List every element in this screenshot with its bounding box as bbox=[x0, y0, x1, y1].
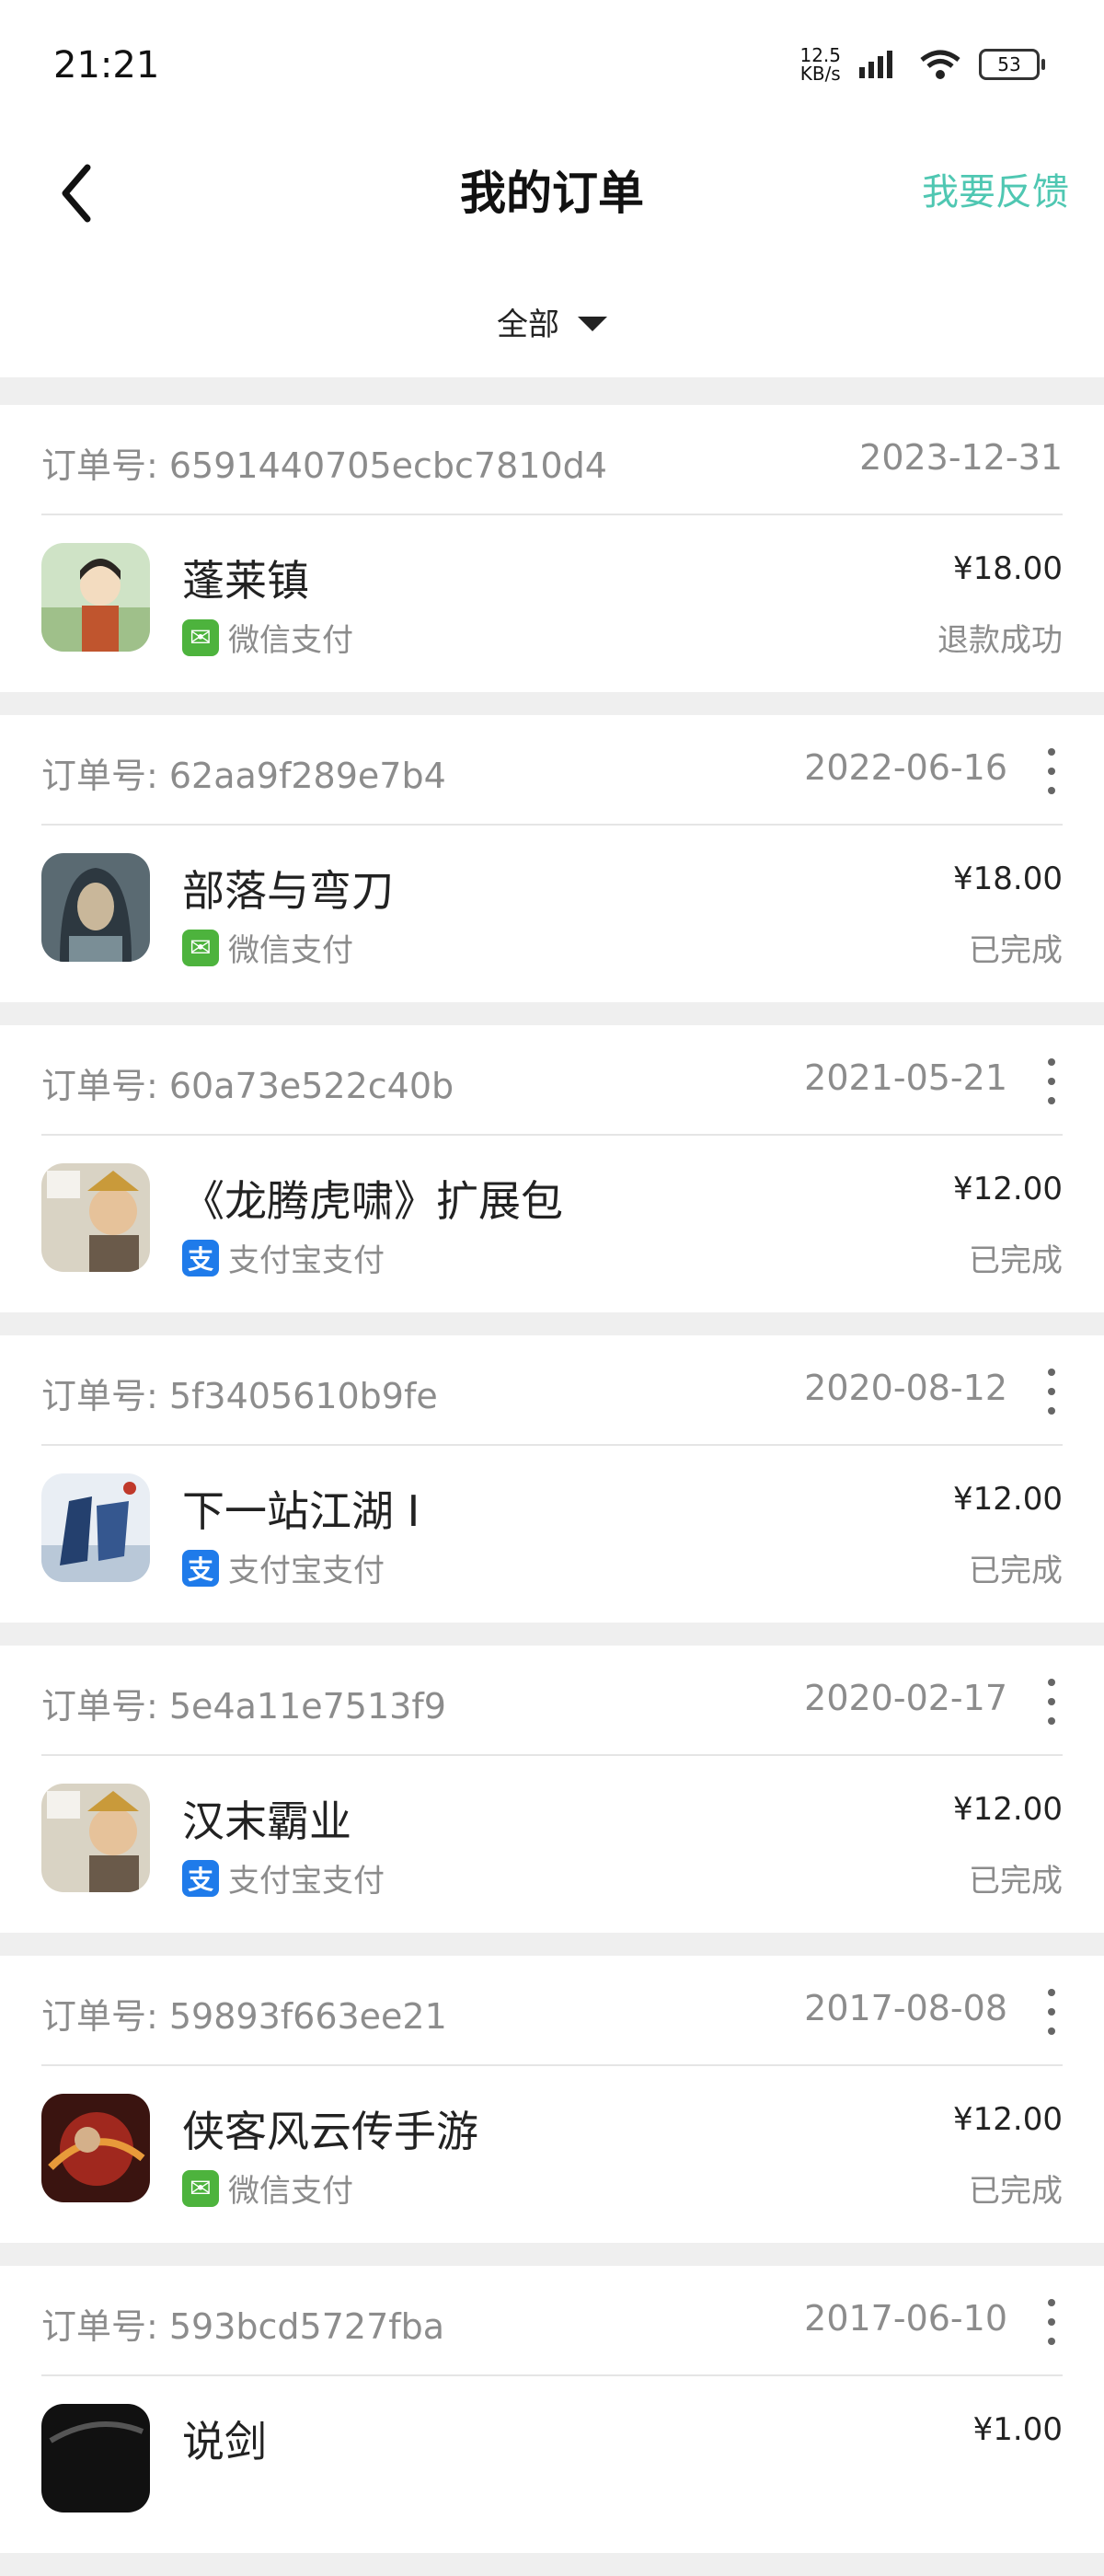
order-filter-dropdown[interactable]: 全部 bbox=[0, 299, 1104, 344]
order-price: ¥18.00 bbox=[953, 861, 1063, 897]
game-thumbnail bbox=[41, 1784, 150, 1892]
wechat-pay-icon: ✉ bbox=[182, 929, 219, 966]
payment-label: 支付宝支付 bbox=[228, 1242, 385, 1279]
more-options-icon[interactable] bbox=[1041, 1058, 1063, 1104]
signal-icon bbox=[859, 51, 892, 78]
order-price: ¥12.00 bbox=[953, 1481, 1063, 1518]
order-date: 2017-06-10 bbox=[804, 2298, 1007, 2339]
order-header: 订单号: 5f3405610b9fe 2020-08-12 bbox=[41, 1335, 1063, 1446]
payment-label: 微信支付 bbox=[228, 932, 353, 969]
order-header: 订单号: 593bcd5727fba 2017-06-10 bbox=[41, 2266, 1063, 2376]
game-thumbnail bbox=[41, 853, 150, 962]
game-thumbnail bbox=[41, 1473, 150, 1582]
order-card[interactable]: 订单号: 5e4a11e7513f9 2020-02-17 汉末霸业支支付宝支付 ¥1… bbox=[0, 1646, 1104, 1933]
feedback-link[interactable]: 我要反馈 bbox=[922, 162, 1069, 215]
battery-icon: 53 bbox=[979, 49, 1045, 80]
more-options-icon[interactable] bbox=[1041, 1679, 1063, 1725]
game-title: 部落与弯刀 bbox=[182, 866, 394, 916]
game-title: 说剑 bbox=[182, 2417, 267, 2466]
status-time: 21:21 bbox=[53, 44, 160, 87]
order-date: 2020-02-17 bbox=[804, 1678, 1007, 1718]
order-status: 已完成 bbox=[969, 1242, 1063, 1279]
alipay-icon: 支 bbox=[182, 1549, 219, 1587]
order-list: 订单号: 6591440705ecbc7810d4 2023-12-31 蓬莱镇 ✉ 微… bbox=[0, 405, 1104, 2576]
game-thumbnail bbox=[41, 543, 150, 652]
order-date: 2022-06-16 bbox=[804, 747, 1007, 788]
game-title: 侠客风云传手游 bbox=[182, 2107, 478, 2156]
game-thumbnail bbox=[41, 1163, 150, 1272]
game-title: 下一站江湖 I bbox=[182, 1486, 420, 1536]
order-status: 已完成 bbox=[969, 1863, 1063, 1900]
payment-label: 支付宝支付 bbox=[228, 1553, 385, 1589]
more-options-icon[interactable] bbox=[1041, 2299, 1063, 2345]
order-status: 已完成 bbox=[969, 932, 1063, 969]
order-card[interactable]: 订单号: 60a73e522c40b 2021-05-21 《龙腾虎啸》扩展包支支付… bbox=[0, 1025, 1104, 1312]
more-options-icon[interactable] bbox=[1041, 1369, 1063, 1415]
payment-method: ✉ 微信支付 bbox=[182, 2166, 353, 2211]
order-status: 退款成功 bbox=[937, 622, 1063, 659]
payment-method: 支支付宝支付 bbox=[182, 1545, 385, 1590]
order-number: 订单号: 60a73e522c40b bbox=[41, 1066, 454, 1106]
game-thumbnail bbox=[41, 2094, 150, 2202]
payment-method: ✉ 微信支付 bbox=[182, 615, 353, 660]
wechat-pay-icon: ✉ bbox=[182, 2169, 219, 2207]
order-price: ¥18.00 bbox=[953, 550, 1063, 587]
order-card[interactable]: 订单号: 59893f663ee21 2017-08-08 侠客风云传手游 ✉ 微信支付… bbox=[0, 1956, 1104, 2243]
order-price: ¥12.00 bbox=[953, 1791, 1063, 1828]
order-header: 订单号: 60a73e522c40b 2021-05-21 bbox=[41, 1025, 1063, 1136]
order-number: 订单号: 5f3405610b9fe bbox=[41, 1376, 438, 1416]
order-date: 2020-08-12 bbox=[804, 1368, 1007, 1408]
order-status: 已完成 bbox=[969, 1553, 1063, 1589]
payment-method: 支支付宝支付 bbox=[182, 1235, 385, 1280]
order-number: 订单号: 5e4a11e7513f9 bbox=[41, 1686, 446, 1727]
order-header: 订单号: 62aa9f289e7b4 2022-06-16 bbox=[41, 715, 1063, 826]
alipay-icon: 支 bbox=[182, 1239, 219, 1276]
order-price: ¥1.00 bbox=[972, 2411, 1063, 2448]
game-title: 《龙腾虎啸》扩展包 bbox=[182, 1176, 563, 1226]
order-date: 2021-05-21 bbox=[804, 1057, 1007, 1098]
payment-label: 支付宝支付 bbox=[228, 1863, 385, 1900]
order-card[interactable]: 订单号: 6591440705ecbc7810d4 2023-12-31 蓬莱镇 ✉ 微… bbox=[0, 405, 1104, 692]
order-card[interactable]: 订单号: 5f3405610b9fe 2020-08-12 下一站江湖 I 支支付宝支… bbox=[0, 1335, 1104, 1623]
order-number: 订单号: 59893f663ee21 bbox=[41, 1996, 447, 2037]
payment-method: ✉ 微信支付 bbox=[182, 925, 353, 970]
wifi-icon bbox=[920, 50, 960, 79]
alipay-icon: 支 bbox=[182, 1859, 219, 1897]
game-title: 汉末霸业 bbox=[182, 1796, 351, 1846]
status-bar: 21:21 12.5 KB/s 53 bbox=[0, 0, 1104, 129]
order-card[interactable]: 订单号: 62aa9f289e7b4 2022-06-16 部落与弯刀 ✉ 微信支付 ¥1… bbox=[0, 715, 1104, 1002]
filter-label: 全部 bbox=[497, 306, 559, 343]
order-status: 已完成 bbox=[969, 2173, 1063, 2210]
status-icons: 12.5 KB/s 53 bbox=[799, 44, 1045, 85]
wechat-pay-icon: ✉ bbox=[182, 618, 219, 656]
order-header: 订单号: 5e4a11e7513f9 2020-02-17 bbox=[41, 1646, 1063, 1756]
payment-label: 微信支付 bbox=[228, 622, 353, 659]
order-number: 订单号: 6591440705ecbc7810d4 bbox=[41, 445, 607, 486]
payment-label: 微信支付 bbox=[228, 2173, 353, 2210]
order-number: 订单号: 62aa9f289e7b4 bbox=[41, 756, 446, 796]
order-price: ¥12.00 bbox=[953, 1171, 1063, 1207]
page-header: 我的订单 我要反馈 全部 bbox=[0, 129, 1104, 377]
order-date: 2017-08-08 bbox=[804, 1988, 1007, 2028]
more-options-icon[interactable] bbox=[1041, 1989, 1063, 2035]
caret-down-icon bbox=[578, 316, 607, 331]
order-header: 订单号: 59893f663ee21 2017-08-08 bbox=[41, 1956, 1063, 2066]
more-options-icon[interactable] bbox=[1041, 748, 1063, 794]
order-card[interactable]: 订单号: 593bcd5727fba 2017-06-10 说剑 ¥1.00 bbox=[0, 2266, 1104, 2553]
order-header: 订单号: 6591440705ecbc7810d4 2023-12-31 bbox=[41, 405, 1063, 515]
game-thumbnail bbox=[41, 2404, 150, 2512]
net-speed: 12.5 KB/s bbox=[799, 44, 841, 85]
payment-method: 支支付宝支付 bbox=[182, 1855, 385, 1900]
order-number: 订单号: 593bcd5727fba bbox=[41, 2306, 445, 2347]
game-title: 蓬莱镇 bbox=[182, 556, 309, 606]
order-price: ¥12.00 bbox=[953, 2101, 1063, 2138]
order-date: 2023-12-31 bbox=[859, 437, 1063, 478]
